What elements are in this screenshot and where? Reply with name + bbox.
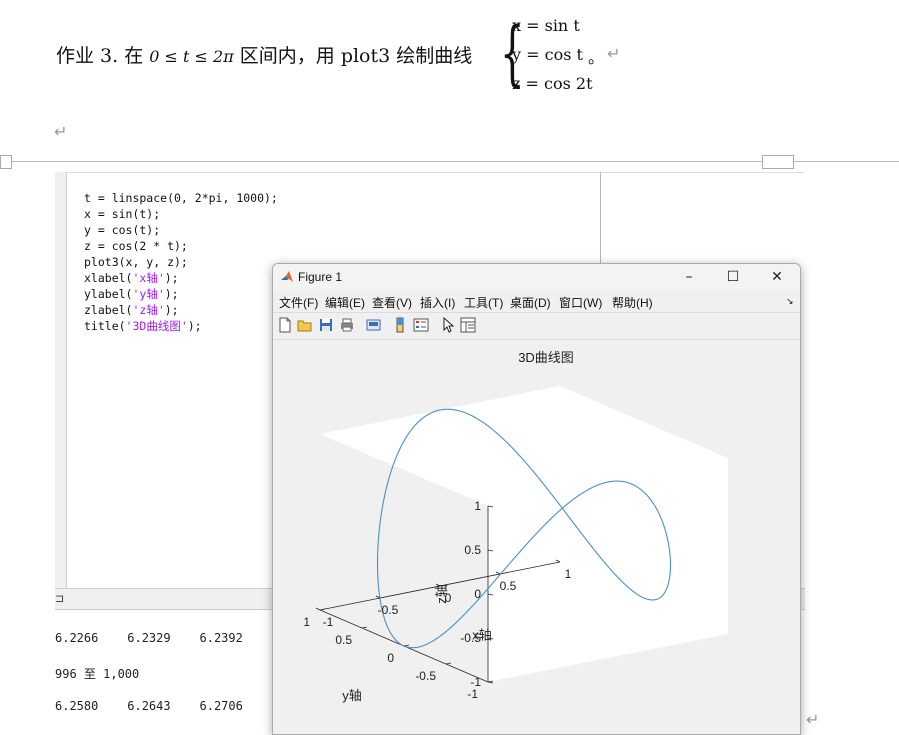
z-tick-label: 1: [474, 499, 481, 513]
plot-canvas[interactable]: -1-0.500.51-1-0.500.51-1-0.500.51 3D曲线图 …: [273, 339, 800, 734]
menu-window[interactable]: 窗口(W): [559, 294, 602, 311]
menu-insert[interactable]: 插入(I): [420, 294, 455, 311]
y-tick-label: 0: [387, 651, 394, 665]
period-mark: 。: [588, 48, 605, 67]
y-tick-label: 0.5: [335, 633, 352, 647]
code-line: title('3D曲线图');: [84, 319, 202, 333]
code-line: x = sin(t);: [84, 207, 161, 221]
code-line: t = linspace(0, 2*pi, 1000);: [84, 191, 278, 205]
code-line: plot3(x, y, z);: [84, 255, 188, 269]
equation-x: x = sin t: [512, 16, 580, 35]
code-line: zlabel('z轴');: [84, 303, 179, 317]
menu-file[interactable]: 文件(F): [279, 294, 318, 311]
z-tick-label: 0: [474, 587, 481, 601]
x-tick-label: 1: [565, 567, 572, 581]
x-axis-label: x轴: [472, 628, 492, 643]
legend-icon[interactable]: [413, 317, 429, 333]
figure-title: Figure 1: [298, 270, 343, 284]
range-expression: 0 ≤ t ≤ 2π: [149, 47, 234, 66]
figure-window[interactable]: Figure 1 – ☐ ✕ 文件(F) 编辑(E) 查看(V) 插入(I) 工…: [272, 263, 801, 735]
command-output-row: 6.2266 6.2329 6.2392: [55, 631, 243, 645]
z-tick-label: 0.5: [464, 543, 481, 557]
panel-icon: ⊐: [55, 592, 65, 605]
save-icon[interactable]: [318, 317, 334, 333]
link-plot-icon[interactable]: [366, 317, 382, 333]
margin-marker-left: [0, 155, 12, 169]
new-figure-icon[interactable]: [277, 317, 293, 333]
y-tick-label: 1: [303, 615, 310, 629]
command-output-row: 6.2580 6.2643 6.2706: [55, 699, 243, 713]
z-axis-label: z轴: [434, 584, 449, 604]
plot-title: 3D曲线图: [518, 350, 574, 365]
x-tick-label: -0.5: [378, 603, 399, 617]
maximize-icon[interactable]: ☐: [720, 267, 746, 287]
command-output-row: 996 至 1,000: [55, 667, 140, 681]
colorbar-icon[interactable]: [392, 317, 408, 333]
homework-suffix: 区间内，用 plot3 绘制曲线: [239, 45, 473, 67]
figure-toolbar: [273, 312, 800, 340]
code-line: y = cos(t);: [84, 223, 161, 237]
homework-prefix: 作业 3. 在: [56, 45, 144, 67]
y-tick-mark: [361, 626, 368, 629]
code-line: ylabel('y轴');: [84, 287, 179, 301]
open-file-icon[interactable]: [297, 317, 313, 333]
dock-arrow-icon[interactable]: ↘: [786, 296, 794, 307]
pointer-icon[interactable]: [440, 317, 456, 333]
menu-edit[interactable]: 编辑(E): [325, 294, 365, 311]
menu-view[interactable]: 查看(V): [372, 294, 412, 311]
y-tick-label: -0.5: [415, 669, 436, 683]
y-tick-mark: [445, 662, 452, 665]
equation-z: z = cos 2t: [512, 74, 593, 93]
menu-desktop[interactable]: 桌面(D): [510, 294, 551, 311]
matlab-logo-icon: [281, 271, 293, 282]
equation-y: y = cos t: [512, 45, 583, 64]
figure-titlebar[interactable]: Figure 1 – ☐ ✕: [273, 264, 800, 290]
editor-gutter: [55, 172, 67, 588]
code-line: z = cos(2 * t);: [84, 239, 188, 253]
paragraph-mark-icon-2: ↵: [54, 122, 68, 141]
y-tick-label: -1: [467, 687, 478, 701]
figure-menubar: 文件(F) 编辑(E) 查看(V) 插入(I) 工具(T) 桌面(D) 窗口(W…: [273, 290, 800, 312]
y-tick-mark: [319, 608, 326, 611]
margin-marker-right: [762, 155, 794, 169]
close-icon[interactable]: ✕: [764, 267, 790, 287]
homework-line: 作业 3. 在 0 ≤ t ≤ 2π 区间内，用 plot3 绘制曲线: [56, 41, 472, 68]
paragraph-mark-icon: ↵: [607, 44, 621, 63]
y-tick-mark: [403, 644, 410, 647]
x-tick-label: 0.5: [500, 579, 517, 593]
x-tick-label: -1: [323, 615, 334, 629]
menu-help[interactable]: 帮助(H): [612, 294, 653, 311]
y-axis-label: y轴: [342, 688, 362, 703]
property-inspector-icon[interactable]: [460, 317, 476, 333]
paragraph-mark-icon-3: ↵: [806, 710, 820, 729]
print-icon[interactable]: [339, 317, 355, 333]
code-line: xlabel('x轴');: [84, 271, 179, 285]
x-tick-mark: [315, 607, 321, 611]
menu-tools[interactable]: 工具(T): [464, 294, 503, 311]
code-block[interactable]: t = linspace(0, 2*pi, 1000); x = sin(t); y…: [84, 174, 278, 350]
minimize-icon[interactable]: –: [676, 267, 702, 287]
